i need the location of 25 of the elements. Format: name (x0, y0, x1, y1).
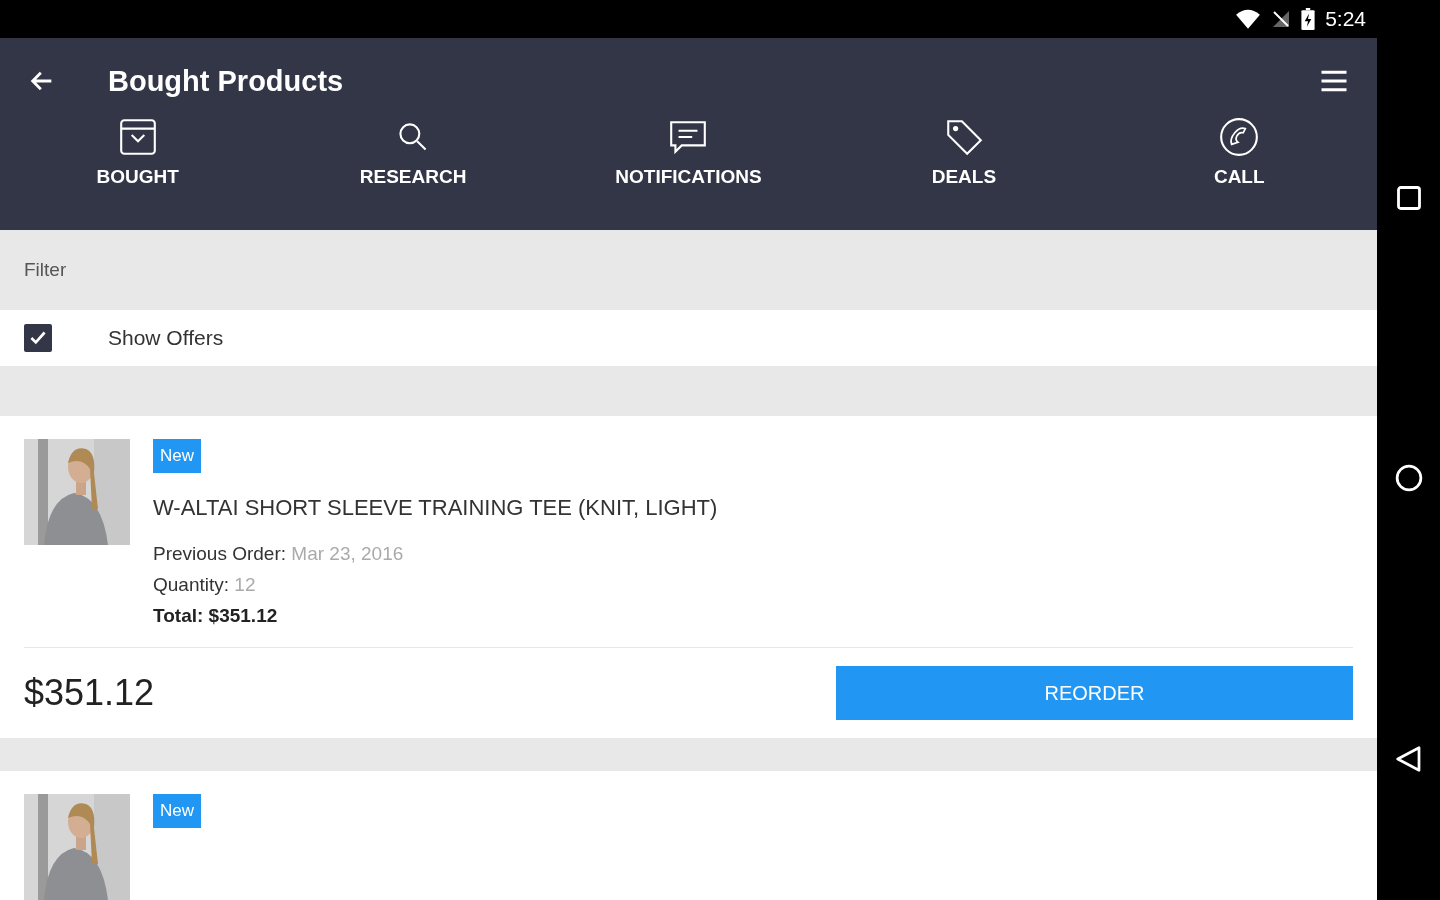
detail-value: 12 (234, 574, 256, 595)
recents-icon[interactable] (1394, 183, 1423, 212)
detail-value: Mar 23, 2016 (291, 543, 404, 564)
nav-tab[interactable]: RESEARCH (303, 116, 524, 230)
nav-tab[interactable]: NOTIFICATIONS (578, 116, 799, 230)
phone-icon (1218, 116, 1261, 158)
detail-label: Previous Order: (153, 543, 287, 564)
product-title: W-ALTAI SHORT SLEEVE TRAINING TEE (KNIT, LIGHT) (153, 495, 718, 521)
battery-icon (1301, 8, 1316, 30)
new-badge: New (153, 439, 201, 473)
total-text: Total: $351.12 (153, 605, 279, 627)
home-icon[interactable] (1393, 463, 1424, 493)
nav-tab[interactable]: BOUGHT (27, 116, 248, 230)
nav-tab[interactable]: CALL (1129, 116, 1350, 230)
filter-heading: Filter (24, 259, 67, 281)
nav-tab[interactable]: DEALS (853, 116, 1074, 230)
no-signal-icon (1271, 9, 1292, 29)
new-badge: New (153, 794, 201, 828)
status-time: 5:24 (1325, 7, 1366, 31)
checkbox-label: Show Offers (108, 326, 224, 350)
detail-label: Quantity: (153, 574, 230, 595)
checkbox[interactable] (24, 324, 52, 352)
screen-title: Bought Products (108, 64, 345, 98)
wifi-icon (1235, 8, 1262, 30)
price: $351.12 (24, 672, 155, 714)
